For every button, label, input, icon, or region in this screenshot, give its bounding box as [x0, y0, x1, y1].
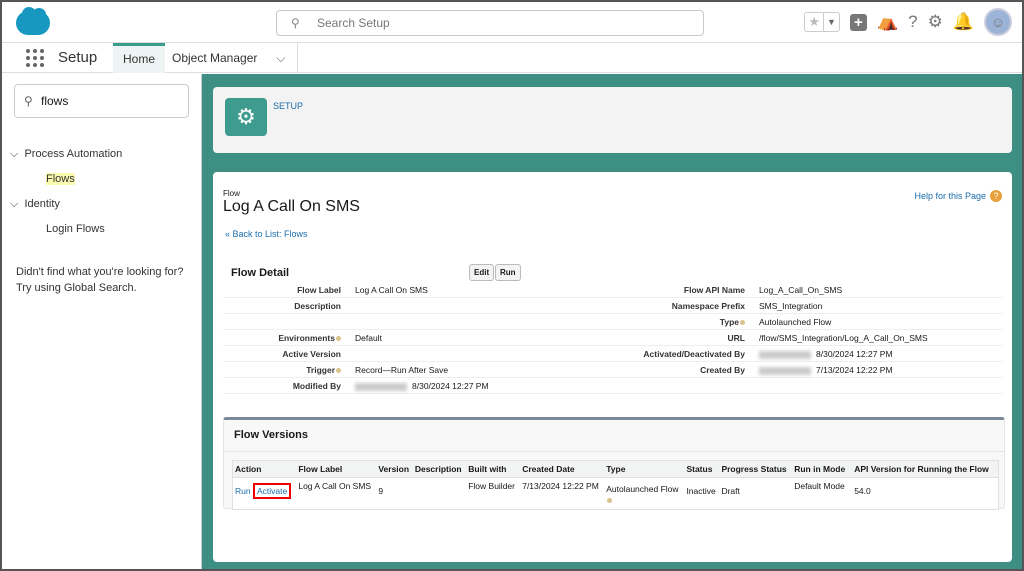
column-header: Created Date — [520, 460, 605, 478]
avatar[interactable]: ☺ — [984, 8, 1012, 36]
blurred-user — [759, 350, 811, 359]
app-name: Setup — [58, 49, 98, 66]
plus-icon[interactable]: + — [849, 13, 867, 31]
field-value: Default — [355, 333, 382, 343]
field-label: Modified By — [292, 381, 341, 391]
trailhead-icon[interactable]: ⛺ — [877, 12, 898, 32]
field-value — [355, 346, 595, 361]
field-value: 7/13/2024 12:22 PM — [759, 362, 999, 377]
blurred-user — [355, 382, 407, 391]
field-value: Autolaunched Flow — [759, 317, 832, 327]
section-title: Flow Versions — [224, 420, 1004, 452]
field-value: 8/30/2024 12:27 PM — [759, 346, 999, 361]
field-value: Record—Run After Save — [355, 365, 449, 375]
run-link[interactable]: Run — [235, 486, 251, 496]
field-label: Namespace Prefix — [671, 301, 745, 311]
column-header: Type — [604, 460, 685, 478]
column-header: Description — [412, 460, 467, 478]
sidebar-item-flows[interactable]: Flows — [46, 173, 75, 185]
field-label: URL — [727, 333, 745, 343]
tab-home[interactable]: Home — [113, 43, 166, 73]
column-header: Flow Label — [296, 460, 377, 478]
table-row: Run Activate Log A Call On SMS 9 Flow Bu… — [233, 478, 999, 510]
back-to-list-link[interactable]: « Back to List: Flows — [225, 229, 308, 239]
search-icon: ⚲ — [24, 94, 33, 108]
section-title: Flow Detail — [231, 267, 290, 279]
global-header: ⚲ Search Setup ★ ▼ + ⛺ ? ⚙ 🔔 ☺ — [2, 2, 1022, 43]
tree-process-automation[interactable]: ⌵ Process Automation — [10, 148, 122, 161]
bell-icon[interactable]: 🔔 — [953, 12, 974, 32]
field-value: Log_A_Call_On_SMS — [759, 285, 843, 295]
app-launcher-icon[interactable] — [26, 49, 44, 67]
sidebar-item-login-flows[interactable]: Login Flows — [46, 223, 105, 235]
field-value — [759, 378, 999, 393]
gear-icon[interactable]: ⚙ — [928, 12, 943, 32]
quick-find-input[interactable]: ⚲ flows — [14, 84, 189, 118]
edit-button[interactable]: Edit — [469, 264, 495, 281]
column-header: API Version for Running the Flow — [852, 460, 999, 478]
field-value: 8/30/2024 12:27 PM — [355, 378, 595, 393]
detail-row: Description Namespace Prefix SMS_Integrati… — [223, 298, 1003, 314]
column-header: Version — [376, 460, 413, 478]
favorites-button[interactable]: ★ ▼ — [804, 12, 840, 32]
field-value — [355, 314, 595, 329]
chevron-down-icon[interactable]: ▼ — [823, 13, 839, 31]
gear-icon: ⚙ — [225, 98, 267, 136]
info-icon — [740, 320, 745, 326]
column-header: Status — [684, 460, 720, 478]
setup-banner: ⚙ SETUP — [213, 87, 1012, 153]
field-value: /flow/SMS_Integration/Log_A_Call_On_SMS — [759, 333, 928, 343]
field-label — [223, 314, 355, 329]
search-setup-input[interactable]: ⚲ Search Setup — [276, 10, 704, 36]
field-label: Environments — [223, 330, 355, 345]
flow-detail: Flow Detail Edit Run Flow Label Log A Cal… — [223, 262, 1003, 394]
column-header: Built with — [466, 460, 521, 478]
detail-row: Environments Default URL/flow/SMS_Integrat… — [223, 330, 1003, 346]
info-icon — [336, 336, 341, 342]
search-icon: ⚲ — [291, 16, 300, 30]
star-icon[interactable]: ★ — [805, 13, 823, 31]
field-label: Activated/Deactivated By — [643, 349, 745, 359]
salesforce-logo[interactable] — [16, 7, 50, 35]
detail-row: Active Version Activated/Deactivated By 8/… — [223, 346, 1003, 362]
column-header: Action — [232, 460, 297, 478]
field-value — [355, 298, 595, 313]
detail-row: Modified By 8/30/2024 12:27 PM — [223, 378, 1003, 394]
field-label: Description — [294, 301, 341, 311]
search-hint: Didn't find what you're looking for? Try … — [16, 266, 184, 294]
field-label — [595, 378, 759, 393]
help-icon: ? — [990, 190, 1002, 202]
help-link[interactable]: Help for this Page? — [914, 190, 1002, 202]
info-icon — [336, 368, 341, 374]
chevron-down-icon[interactable]: ⌵ — [276, 43, 285, 73]
page-title: Log A Call On SMS — [223, 198, 360, 215]
run-button[interactable]: Run — [495, 264, 521, 281]
column-header: Progress Status — [719, 460, 793, 478]
app-nav: Setup Home Object Manager ⌵ — [2, 43, 1022, 73]
tree-identity[interactable]: ⌵ Identity — [10, 198, 60, 211]
banner-label: SETUP — [273, 101, 304, 111]
field-value: Log A Call On SMS — [355, 285, 428, 295]
column-header: Run in Mode — [792, 460, 853, 478]
field-label: Active Version — [282, 349, 341, 359]
page-type: Flow — [223, 189, 240, 198]
detail-row: Flow Label Log A Call On SMS Flow API Name… — [223, 282, 1003, 298]
detail-row: Type Autolaunched Flow — [223, 314, 1003, 330]
field-label: Type — [595, 314, 759, 329]
flow-page: Flow Log A Call On SMS Help for this Pag… — [213, 172, 1012, 562]
field-label: Flow Label — [297, 285, 341, 295]
blurred-user — [759, 366, 811, 375]
flow-versions: Flow Versions Action Flow Label Version Des… — [223, 417, 1005, 510]
field-label: Flow API Name — [683, 285, 745, 295]
help-icon[interactable]: ? — [908, 12, 917, 32]
field-value: SMS_Integration — [759, 301, 823, 311]
versions-table: Action Flow Label Version Description Built … — [232, 460, 999, 510]
detail-row: Trigger Record—Run After Save Created By 7/… — [223, 362, 1003, 378]
tab-object-manager[interactable]: Object Manager ⌵ — [162, 43, 299, 73]
field-label: Trigger — [223, 362, 355, 377]
sidebar: ⚲ flows ⌵ Process Automation Flows ⌵ Iden… — [2, 74, 202, 569]
activate-link[interactable]: Activate — [252, 483, 292, 499]
info-icon — [607, 498, 613, 504]
field-label: Created By — [700, 365, 745, 375]
